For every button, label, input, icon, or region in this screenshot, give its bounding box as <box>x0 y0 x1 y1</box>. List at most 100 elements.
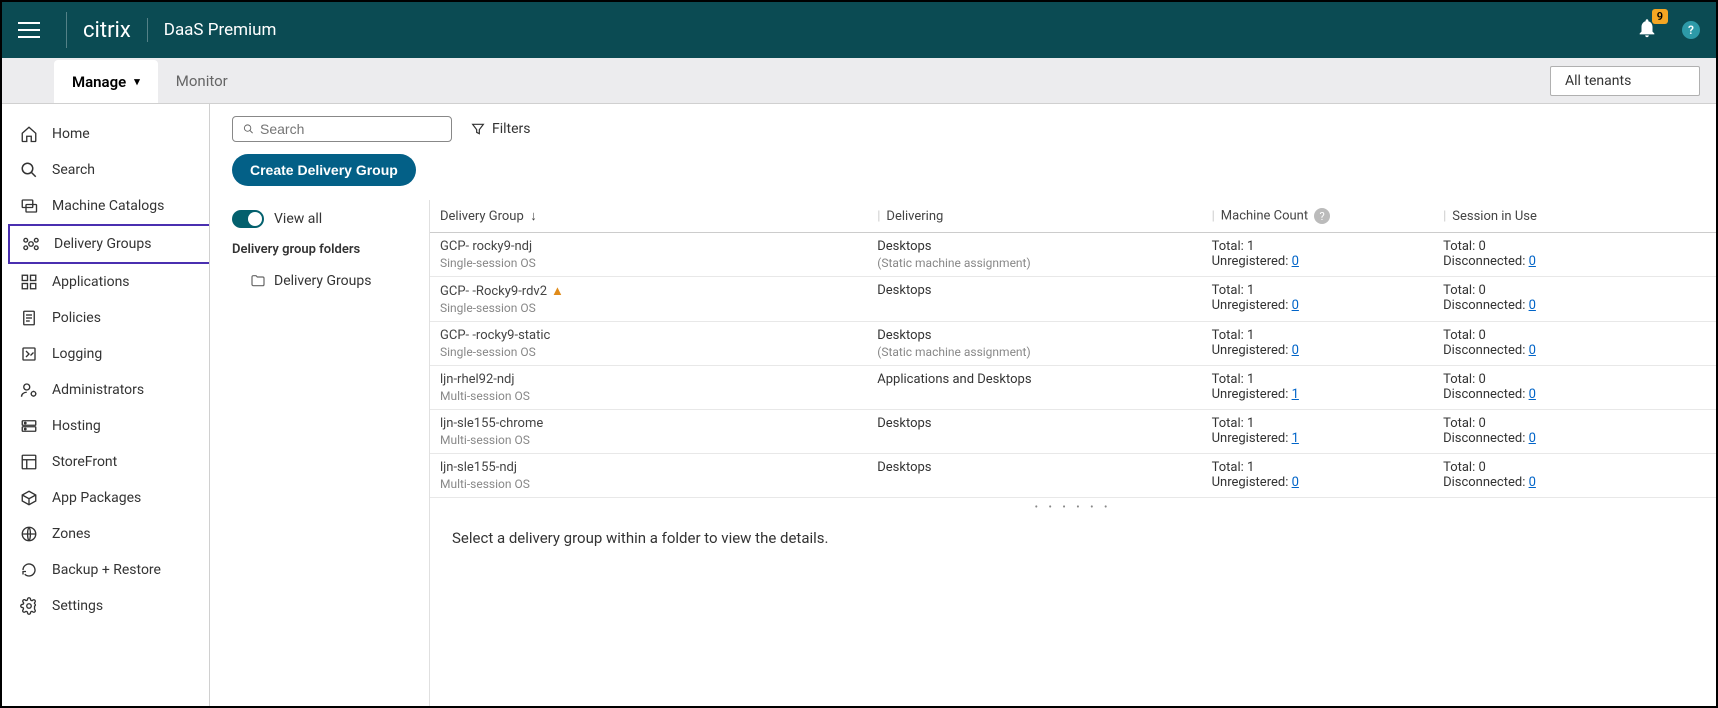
folder-icon <box>250 273 266 289</box>
session-disconnected: Disconnected: 0 <box>1443 254 1706 269</box>
machine-total: Total: 1 <box>1212 283 1423 298</box>
table-row[interactable]: GCP- -Rocky9-rdv2▲Single-session OSDeskt… <box>430 277 1716 322</box>
sidebar-item-delivery-groups[interactable]: Delivery Groups <box>8 224 209 264</box>
sidebar-item-label: Applications <box>52 274 130 290</box>
unregistered-link[interactable]: 1 <box>1292 387 1299 402</box>
table-row[interactable]: ljn-sle155-chromeMulti-session OSDesktop… <box>430 410 1716 454</box>
column-header-session-in-use[interactable]: |Session in Use <box>1433 200 1716 233</box>
zones-icon <box>20 525 38 543</box>
disconnected-link[interactable]: 0 <box>1529 475 1536 490</box>
disconnected-link[interactable]: 0 <box>1529 254 1536 269</box>
session-disconnected: Disconnected: 0 <box>1443 431 1706 446</box>
disconnected-link[interactable]: 0 <box>1529 298 1536 313</box>
unregistered-link[interactable]: 0 <box>1292 343 1299 358</box>
session-disconnected: Disconnected: 0 <box>1443 475 1706 490</box>
folder-item-delivery-groups[interactable]: Delivery Groups <box>232 269 413 293</box>
sidebar-item-app-packages[interactable]: App Packages <box>2 480 209 516</box>
sidebar-item-label: Machine Catalogs <box>52 198 164 214</box>
sidebar-item-machine-catalogs[interactable]: Machine Catalogs <box>2 188 209 224</box>
table-row[interactable]: GCP- -rocky9-staticSingle-session OSDesk… <box>430 322 1716 366</box>
search-icon <box>20 161 38 179</box>
delivery-group-name: ljn-rhel92-ndj <box>440 372 857 387</box>
sidebar-item-policies[interactable]: Policies <box>2 300 209 336</box>
left-sidebar: Home Search Machine Catalogs Delivery Gr… <box>2 104 210 706</box>
os-type: Single-session OS <box>440 256 857 270</box>
folder-pane: View all Delivery group folders Delivery… <box>210 200 430 706</box>
column-header-machine-count[interactable]: |Machine Count? <box>1202 200 1433 233</box>
unregistered-link[interactable]: 0 <box>1292 254 1299 269</box>
notification-badge: 9 <box>1652 9 1668 24</box>
delivery-group-name: GCP- -rocky9-static <box>440 328 857 343</box>
table-row[interactable]: ljn-rhel92-ndjMulti-session OSApplicatio… <box>430 366 1716 410</box>
sidebar-item-settings[interactable]: Settings <box>2 588 209 624</box>
folder-item-label: Delivery Groups <box>274 273 371 289</box>
delivering-value: Desktops <box>877 239 1191 254</box>
unregistered-link[interactable]: 1 <box>1292 431 1299 446</box>
delivery-groups-icon <box>22 235 40 253</box>
session-total: Total: 0 <box>1443 460 1706 475</box>
unregistered-link[interactable]: 0 <box>1292 475 1299 490</box>
disconnected-link[interactable]: 0 <box>1529 343 1536 358</box>
session-total: Total: 0 <box>1443 328 1706 343</box>
delivery-group-name: ljn-sle155-chrome <box>440 416 857 431</box>
delivering-value: Applications and Desktops <box>877 372 1191 387</box>
column-header-delivery-group[interactable]: Delivery Group ↓ <box>430 200 867 233</box>
sidebar-item-search[interactable]: Search <box>2 152 209 188</box>
tab-monitor[interactable]: Monitor <box>158 58 246 103</box>
sidebar-item-home[interactable]: Home <box>2 116 209 152</box>
folder-header: Delivery group folders <box>232 242 413 257</box>
search-input[interactable] <box>260 121 441 137</box>
create-delivery-group-button[interactable]: Create Delivery Group <box>232 154 416 186</box>
search-input-wrap[interactable] <box>232 116 452 142</box>
machine-total: Total: 1 <box>1212 239 1423 254</box>
table-row[interactable]: GCP- rocky9-ndjSingle-session OSDesktops… <box>430 233 1716 277</box>
session-total: Total: 0 <box>1443 239 1706 254</box>
unregistered-link[interactable]: 0 <box>1292 298 1299 313</box>
delivering-sub: (Static machine assignment) <box>877 256 1191 270</box>
sort-down-icon: ↓ <box>527 209 537 224</box>
tab-label: Manage <box>72 73 126 91</box>
sidebar-item-logging[interactable]: Logging <box>2 336 209 372</box>
tenant-selector[interactable]: All tenants <box>1550 66 1700 96</box>
help-icon[interactable]: ? <box>1314 208 1330 224</box>
sidebar-item-hosting[interactable]: Hosting <box>2 408 209 444</box>
logging-icon <box>20 345 38 363</box>
disconnected-link[interactable]: 0 <box>1529 387 1536 402</box>
table-row[interactable]: ljn-sle155-ndjMulti-session OSDesktopsTo… <box>430 454 1716 498</box>
filters-label: Filters <box>492 121 531 137</box>
sidebar-item-label: Logging <box>52 346 102 362</box>
applications-icon <box>20 273 38 291</box>
sidebar-item-zones[interactable]: Zones <box>2 516 209 552</box>
os-type: Single-session OS <box>440 345 857 359</box>
filter-icon <box>470 121 486 137</box>
help-icon[interactable]: ? <box>1682 21 1700 39</box>
os-type: Multi-session OS <box>440 477 857 491</box>
column-drag-handle[interactable]: ⋮ <box>430 320 436 336</box>
pane-resize-handle[interactable]: • • • • • • <box>430 498 1716 517</box>
tab-manage[interactable]: Manage ▾ <box>54 60 158 103</box>
filters-button[interactable]: Filters <box>470 121 531 137</box>
gear-icon <box>20 597 38 615</box>
machine-total: Total: 1 <box>1212 460 1423 475</box>
column-header-delivering[interactable]: |Delivering <box>867 200 1201 233</box>
sidebar-item-label: Home <box>52 126 90 142</box>
catalog-icon <box>20 197 38 215</box>
backup-icon <box>20 561 38 579</box>
delivery-group-name: ljn-sle155-ndj <box>440 460 857 475</box>
delivering-value: Desktops <box>877 416 1191 431</box>
sidebar-item-label: StoreFront <box>52 454 117 470</box>
sidebar-item-administrators[interactable]: Administrators <box>2 372 209 408</box>
hosting-icon <box>20 417 38 435</box>
machine-unregistered: Unregistered: 1 <box>1212 387 1423 402</box>
notifications-button[interactable]: 9 <box>1636 17 1658 43</box>
package-icon <box>20 489 38 507</box>
hamburger-menu[interactable] <box>18 14 50 46</box>
sidebar-item-label: Hosting <box>52 418 101 434</box>
view-all-toggle[interactable] <box>232 210 264 228</box>
sidebar-item-applications[interactable]: Applications <box>2 264 209 300</box>
disconnected-link[interactable]: 0 <box>1529 431 1536 446</box>
sidebar-item-backup-restore[interactable]: Backup + Restore <box>2 552 209 588</box>
machine-unregistered: Unregistered: 0 <box>1212 475 1423 490</box>
tab-label: Monitor <box>176 72 228 90</box>
sidebar-item-storefront[interactable]: StoreFront <box>2 444 209 480</box>
